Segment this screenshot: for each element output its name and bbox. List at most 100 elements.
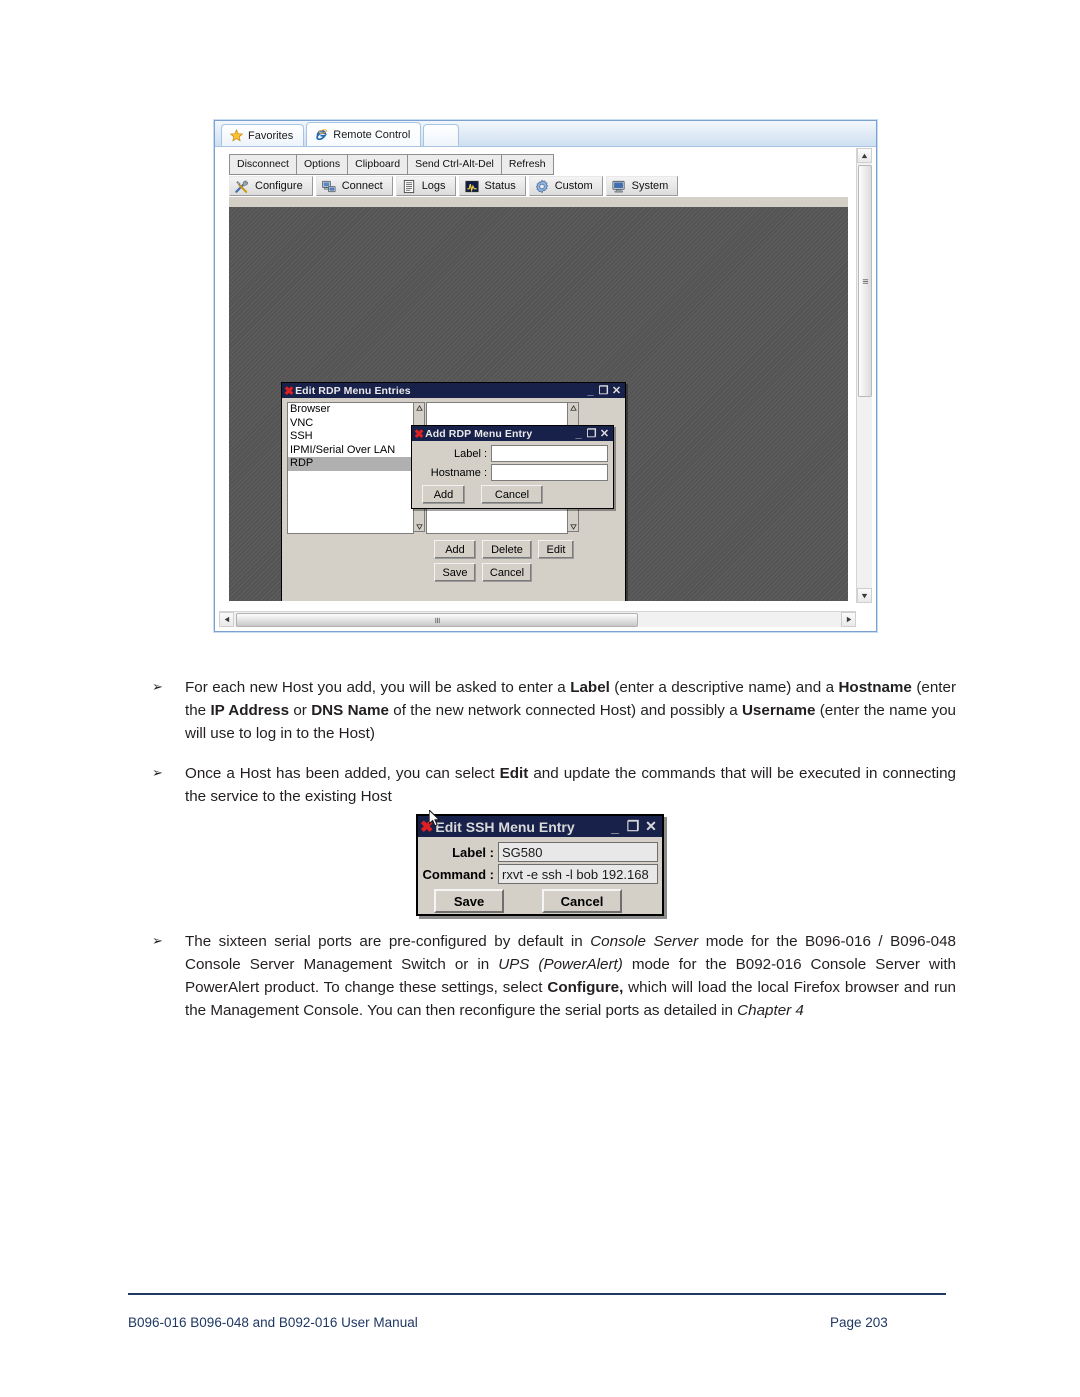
- status-button-label: Status: [484, 180, 516, 192]
- gear-icon: [534, 179, 550, 194]
- footer-manual-name: B096-016 B096-048 and B092-016 User Manu…: [128, 1315, 418, 1330]
- send-ctrl-alt-del-button[interactable]: Send Ctrl-Alt-Del: [407, 154, 501, 176]
- bullet-serial-ports-text: The sixteen serial ports are pre-configu…: [185, 933, 956, 1020]
- options-button[interactable]: Options: [295, 154, 348, 176]
- bullet-list-top: ➢ For each new Host you add, you will be…: [128, 676, 956, 825]
- browser-vertical-scrollbar[interactable]: [856, 148, 872, 603]
- scroll-up-arrow-icon[interactable]: [568, 403, 578, 413]
- horizontal-scroll-thumb[interactable]: [236, 613, 638, 627]
- custom-button[interactable]: Custom: [528, 176, 603, 196]
- x11-logo-icon: ✖: [284, 383, 295, 398]
- tab-remote-control-label: Remote Control: [333, 128, 411, 141]
- footer-divider: [128, 1293, 946, 1295]
- internet-explorer-icon: [315, 128, 328, 141]
- rdp-service-list[interactable]: Browser VNC SSH IPMI/Serial Over LAN RDP: [287, 402, 414, 534]
- edit-ssh-cancel-button[interactable]: Cancel: [542, 889, 622, 913]
- wrench-screwdriver-icon: [234, 179, 250, 194]
- status-button[interactable]: Status: [458, 176, 526, 196]
- star-icon: [230, 129, 243, 142]
- rdp-edit-button[interactable]: Edit: [538, 540, 574, 559]
- refresh-button[interactable]: Refresh: [500, 154, 554, 176]
- waveform-icon: [464, 179, 480, 194]
- bullet-edit-commands-text: Once a Host has been added, you can sele…: [185, 765, 956, 806]
- add-rdp-title-text: Add RDP Menu Entry: [425, 427, 533, 440]
- monitor-icon: [611, 179, 627, 194]
- rdp-save-button[interactable]: Save: [434, 563, 476, 582]
- connect-button[interactable]: Connect: [315, 176, 393, 196]
- custom-button-label: Custom: [554, 180, 593, 192]
- disconnect-button[interactable]: Disconnect: [229, 154, 296, 176]
- rdp-delete-button[interactable]: Delete: [482, 540, 532, 559]
- add-rdp-minimize-button[interactable]: _: [572, 428, 585, 440]
- scroll-down-arrow-icon[interactable]: [414, 521, 424, 531]
- edit-ssh-save-button[interactable]: Save: [434, 889, 504, 913]
- rdp-cancel-button[interactable]: Cancel: [482, 563, 532, 582]
- scroll-right-arrow-icon[interactable]: [841, 612, 856, 627]
- bullet-edit-commands: ➢ Once a Host has been added, you can se…: [128, 762, 956, 808]
- add-rdp-close-button[interactable]: ✕: [598, 427, 611, 440]
- applet-command-row: Disconnect Options Clipboard Send Ctrl-A…: [229, 154, 554, 176]
- edit-rdp-minimize-button[interactable]: _: [584, 385, 597, 397]
- edit-rdp-title-text: Edit RDP Menu Entries: [295, 384, 411, 397]
- remote-desktop-canvas[interactable]: ✖ Edit RDP Menu Entries _ ❐ ✕ Browser VN…: [229, 207, 848, 601]
- scroll-down-arrow-icon[interactable]: [857, 588, 872, 603]
- edit-ssh-menu-entry-window[interactable]: ✖ Edit SSH Menu Entry _ ❐ ✕ Label : SG58…: [416, 814, 664, 916]
- applet-icon-row: Configure Connect Logs Status Custom Sys…: [229, 176, 679, 196]
- add-rdp-hostname-input[interactable]: [491, 464, 608, 481]
- footer-page-number: Page 203: [830, 1315, 888, 1330]
- list-item[interactable]: Browser: [288, 403, 413, 417]
- add-rdp-maximize-button[interactable]: ❐: [585, 427, 598, 440]
- add-rdp-label-field-label: Label :: [453, 447, 487, 460]
- add-rdp-add-button[interactable]: Add: [422, 485, 465, 504]
- configure-button[interactable]: Configure: [229, 176, 313, 196]
- scroll-left-arrow-icon[interactable]: [219, 612, 234, 627]
- scroll-down-arrow-icon[interactable]: [568, 521, 578, 531]
- edit-ssh-close-button[interactable]: ✕: [642, 818, 660, 835]
- edit-ssh-label-field-label: Label :: [452, 844, 494, 860]
- edit-ssh-titlebar[interactable]: ✖ Edit SSH Menu Entry _ ❐ ✕: [418, 816, 662, 837]
- browser-horizontal-scrollbar[interactable]: [219, 611, 856, 627]
- connect-button-label: Connect: [341, 180, 383, 192]
- bullet-list-bottom: ➢ The sixteen serial ports are pre-confi…: [128, 930, 956, 1039]
- edit-rdp-titlebar[interactable]: ✖ Edit RDP Menu Entries _ ❐ ✕: [282, 383, 625, 398]
- rdp-add-button[interactable]: Add: [434, 540, 476, 559]
- add-rdp-label-input[interactable]: [491, 445, 608, 462]
- bullet-host-label-text: For each new Host you add, you will be a…: [185, 679, 956, 743]
- add-rdp-menu-entry-window[interactable]: ✖ Add RDP Menu Entry _ ❐ ✕ Label : Hostn…: [411, 425, 614, 509]
- list-item[interactable]: SSH: [288, 430, 413, 444]
- configure-button-label: Configure: [255, 180, 303, 192]
- list-item[interactable]: VNC: [288, 417, 413, 431]
- edit-rdp-maximize-button[interactable]: ❐: [597, 384, 610, 397]
- add-rdp-cancel-button[interactable]: Cancel: [481, 485, 543, 504]
- edit-ssh-command-field-label: Command :: [422, 866, 495, 882]
- edit-ssh-maximize-button[interactable]: ❐: [624, 818, 642, 835]
- bullet-serial-ports: ➢ The sixteen serial ports are pre-confi…: [128, 930, 956, 1022]
- x11-logo-icon: ✖: [414, 426, 425, 441]
- edit-ssh-command-input[interactable]: rxvt -e ssh -l bob 192.168: [498, 864, 658, 884]
- scroll-up-arrow-icon[interactable]: [414, 403, 424, 413]
- edit-ssh-minimize-button[interactable]: _: [606, 819, 624, 835]
- edit-rdp-close-button[interactable]: ✕: [610, 384, 623, 397]
- tab-remote-control[interactable]: Remote Control: [306, 122, 422, 146]
- tab-favorites[interactable]: Favorites: [221, 124, 305, 146]
- list-item[interactable]: IPMI/Serial Over LAN: [288, 444, 413, 458]
- tab-favorites-label: Favorites: [248, 129, 294, 142]
- bullet-marker-icon: ➢: [152, 933, 163, 948]
- browser-tab-strip: Favorites Remote Control: [215, 121, 876, 147]
- document-page: Favorites Remote Control Disconnect Opti…: [0, 0, 1080, 1397]
- add-rdp-titlebar[interactable]: ✖ Add RDP Menu Entry _ ❐ ✕: [412, 426, 613, 441]
- vertical-scroll-thumb[interactable]: [858, 165, 872, 397]
- bullet-marker-icon: ➢: [152, 765, 163, 781]
- logs-button[interactable]: Logs: [395, 176, 456, 196]
- mouse-cursor-icon: [428, 808, 442, 829]
- document-icon: [401, 179, 417, 194]
- list-item-selected[interactable]: RDP: [288, 457, 413, 471]
- tab-new[interactable]: [423, 124, 460, 146]
- clipboard-button[interactable]: Clipboard: [347, 154, 408, 176]
- scroll-up-arrow-icon[interactable]: [857, 148, 872, 163]
- logs-button-label: Logs: [421, 180, 446, 192]
- bullet-marker-icon: ➢: [152, 679, 163, 694]
- system-button[interactable]: System: [605, 176, 679, 196]
- system-button-label: System: [631, 180, 669, 192]
- edit-ssh-label-input[interactable]: SG580: [498, 842, 658, 862]
